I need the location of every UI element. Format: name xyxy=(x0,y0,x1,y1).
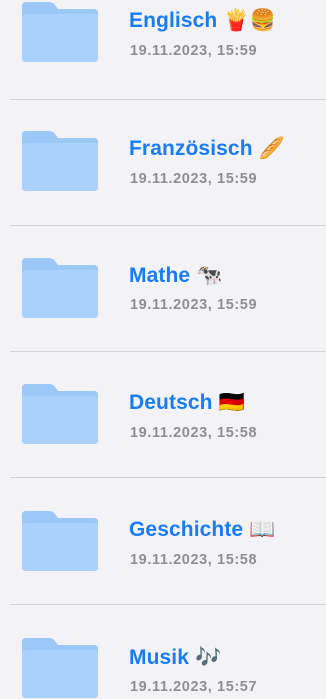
folder-date: 19.11.2023, 15:57 xyxy=(130,679,258,695)
folder-icon xyxy=(22,509,98,571)
folder-name: Musik 🎶 xyxy=(129,646,222,669)
folder-date: 19.11.2023, 15:59 xyxy=(130,297,258,313)
folder-row-geschichte[interactable]: Geschichte 📖 19.11.2023, 15:58 xyxy=(0,479,326,605)
folder-row-mathe[interactable]: Mathe 🐄 19.11.2023, 15:59 xyxy=(0,226,326,352)
folder-icon xyxy=(22,256,98,318)
folder-row-musik[interactable]: Musik 🎶 19.11.2023, 15:57 xyxy=(0,605,326,699)
folder-row-franzoesisch[interactable]: Französisch 🥖 19.11.2023, 15:59 xyxy=(0,100,326,226)
row-divider xyxy=(10,477,326,478)
folder-name: Englisch 🍟🍔 xyxy=(129,9,276,32)
folder-row-englisch[interactable]: Englisch 🍟🍔 19.11.2023, 15:59 xyxy=(0,0,326,100)
folder-name: Deutsch 🇩🇪 xyxy=(129,391,245,414)
folder-name: Geschichte 📖 xyxy=(129,518,276,541)
folder-date: 19.11.2023, 15:59 xyxy=(130,171,258,187)
folder-list: Englisch 🍟🍔 19.11.2023, 15:59 Französisc… xyxy=(0,0,326,699)
folder-icon xyxy=(22,0,98,62)
folder-date: 19.11.2023, 15:59 xyxy=(130,43,258,59)
folder-date: 19.11.2023, 15:58 xyxy=(130,425,258,441)
folder-date: 19.11.2023, 15:58 xyxy=(130,552,258,568)
folder-row-deutsch[interactable]: Deutsch 🇩🇪 19.11.2023, 15:58 xyxy=(0,352,326,478)
folder-icon xyxy=(22,636,98,698)
folder-name: Französisch 🥖 xyxy=(129,137,285,160)
folder-icon xyxy=(22,129,98,191)
folder-name: Mathe 🐄 xyxy=(129,264,223,287)
folder-icon xyxy=(22,382,98,444)
